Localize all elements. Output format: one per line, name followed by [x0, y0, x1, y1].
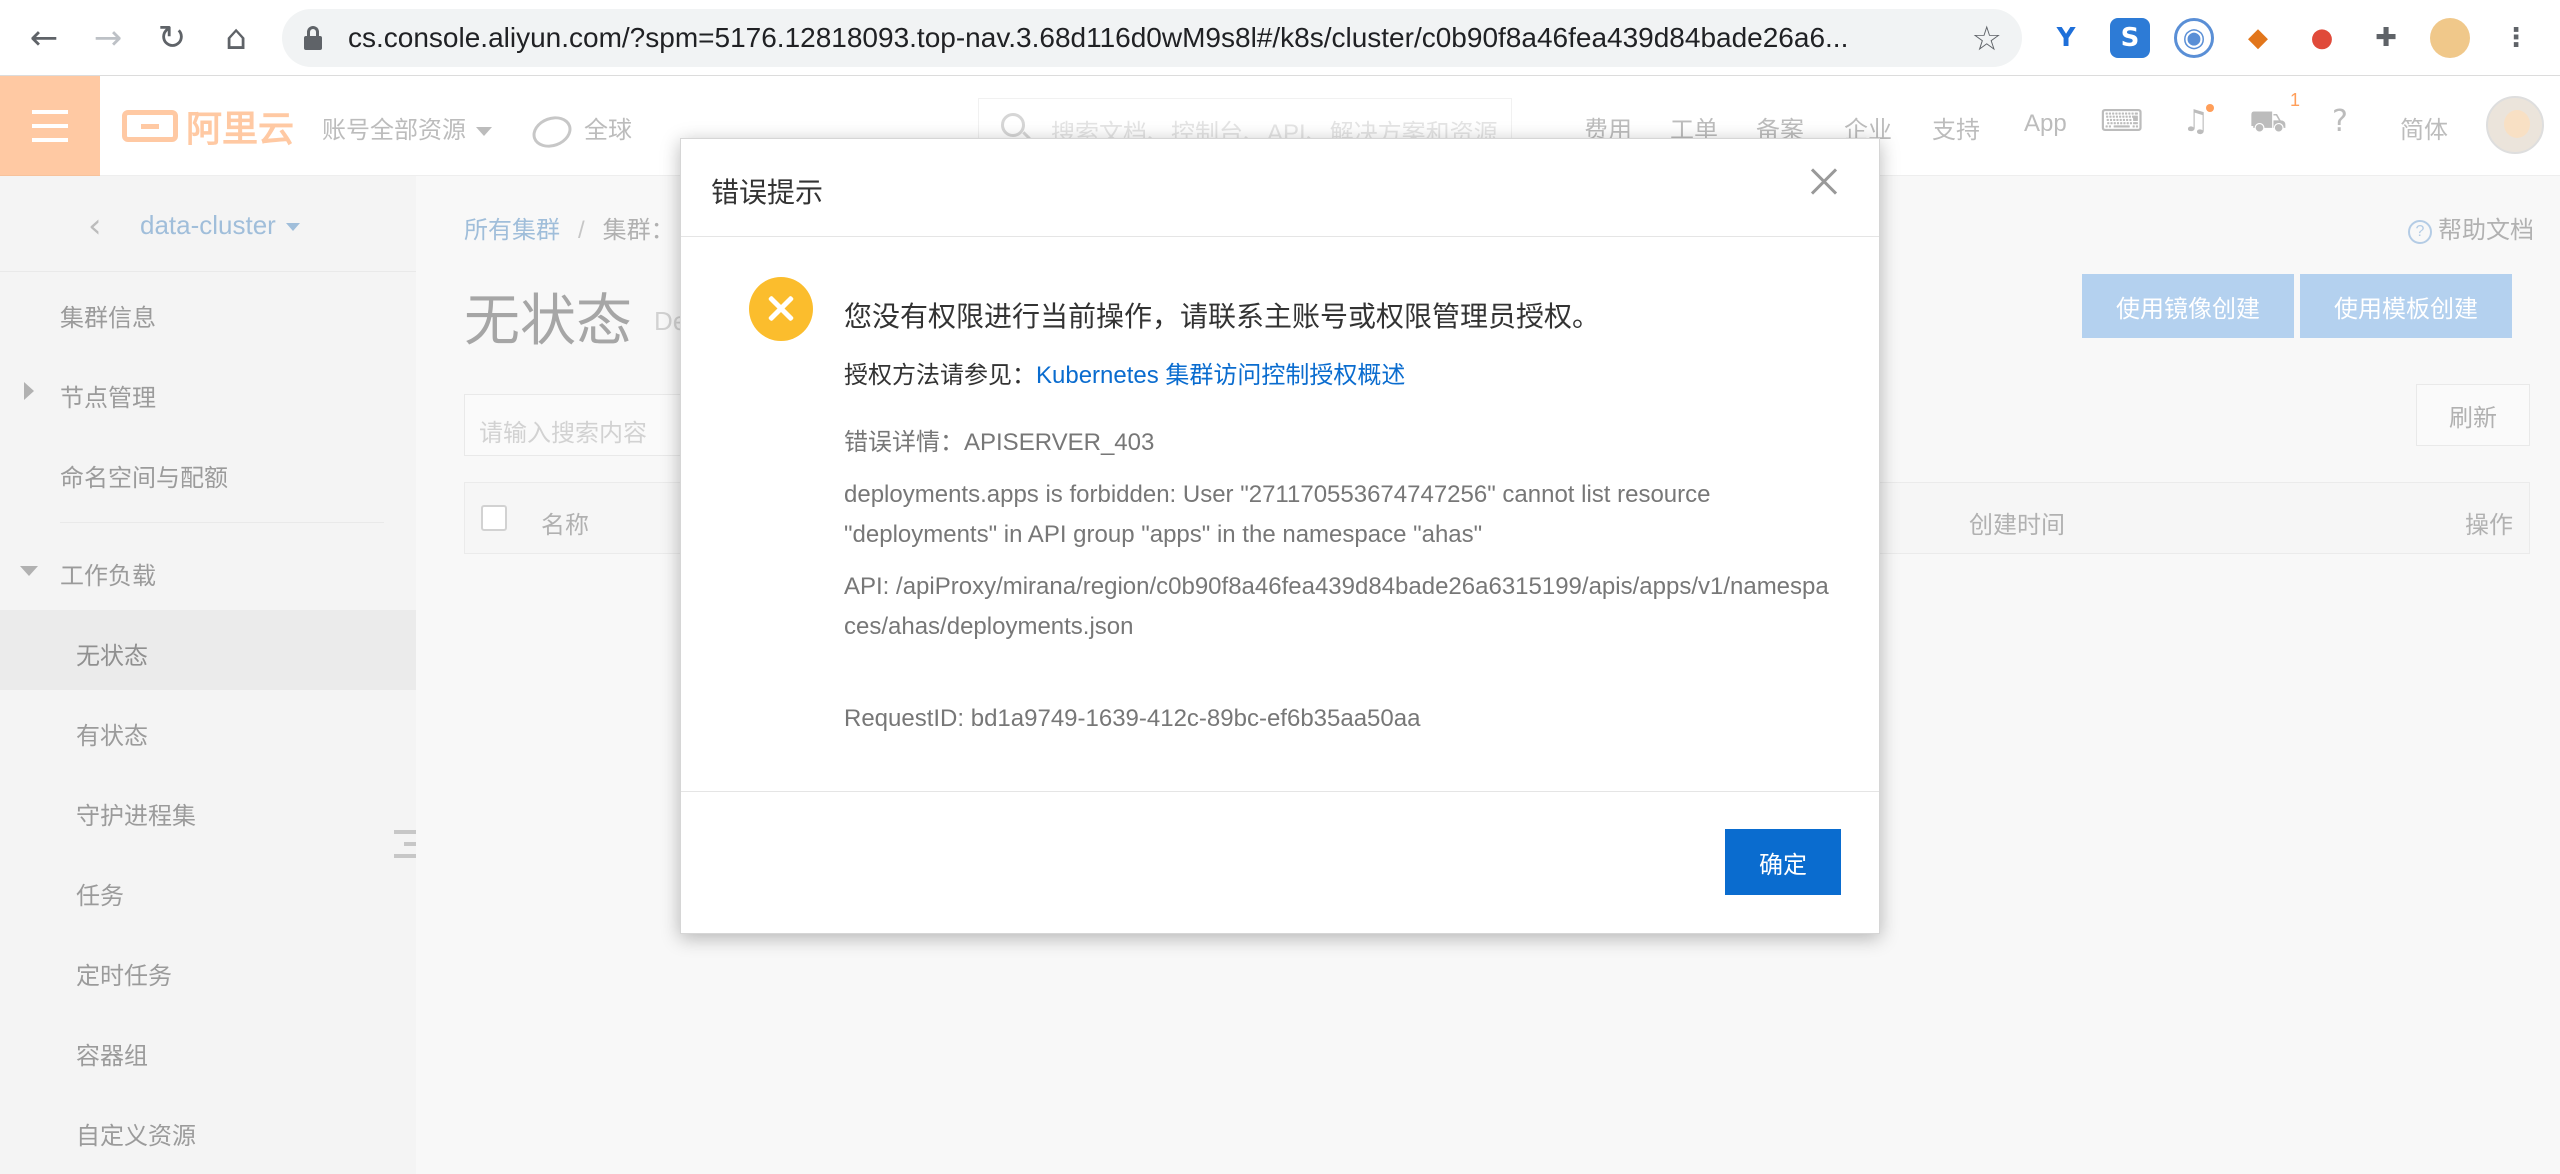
- error-dialog: 错误提示 您没有权限进行当前操作，请联系主账号或权限管理员授权。 授权方法请参见…: [680, 138, 1880, 934]
- address-bar[interactable]: cs.console.aliyun.com/?spm=5176.12818093…: [282, 9, 2022, 67]
- auth-doc-link[interactable]: Kubernetes 集群访问控制授权概述: [1036, 362, 1405, 389]
- puzzle-extensions-icon[interactable]: ✚: [2366, 18, 2406, 58]
- close-icon[interactable]: [1809, 167, 1839, 197]
- dialog-header: 错误提示: [681, 139, 1879, 237]
- url-text[interactable]: cs.console.aliyun.com/?spm=5176.12818093…: [348, 22, 1948, 54]
- error-x-icon: [749, 277, 813, 341]
- dialog-footer-divider: [681, 791, 1879, 792]
- kebab-menu-icon[interactable]: ⋮: [2496, 18, 2536, 58]
- metamask-fox-icon[interactable]: ◆: [2238, 18, 2278, 58]
- browser-toolbar: ← → ↻ ⌂ cs.console.aliyun.com/?spm=5176.…: [0, 0, 2560, 76]
- extension-y-icon[interactable]: Y: [2046, 18, 2086, 58]
- dialog-title: 错误提示: [711, 177, 824, 208]
- error-forbidden-text: deployments.apps is forbidden: User "271…: [844, 481, 1711, 548]
- extension-ring-icon[interactable]: ◉: [2174, 18, 2214, 58]
- back-arrow-icon[interactable]: ←: [20, 14, 68, 62]
- error-message: 您没有权限进行当前操作，请联系主账号或权限管理员授权。: [844, 301, 1601, 332]
- error-api-path: API: /apiProxy/mirana/region/c0b90f8a46f…: [844, 573, 1829, 640]
- lock-icon: [304, 26, 322, 50]
- auth-hint: 授权方法请参见：Kubernetes 集群访问控制授权概述: [844, 362, 1406, 389]
- home-icon[interactable]: ⌂: [212, 14, 260, 62]
- confirm-button[interactable]: 确定: [1725, 829, 1841, 895]
- extension-s-icon[interactable]: S: [2110, 18, 2150, 58]
- error-detail-code: 错误详情：APISERVER_403: [844, 429, 1155, 456]
- error-request-id: RequestID: bd1a9749-1639-412c-89bc-ef6b3…: [844, 705, 1421, 732]
- bookmark-star-icon[interactable]: ☆: [1972, 19, 2002, 59]
- forward-arrow-icon[interactable]: →: [84, 14, 132, 62]
- profile-avatar-icon[interactable]: [2430, 18, 2470, 58]
- reload-icon[interactable]: ↻: [148, 14, 196, 62]
- map-pin-icon[interactable]: ●: [2302, 18, 2342, 58]
